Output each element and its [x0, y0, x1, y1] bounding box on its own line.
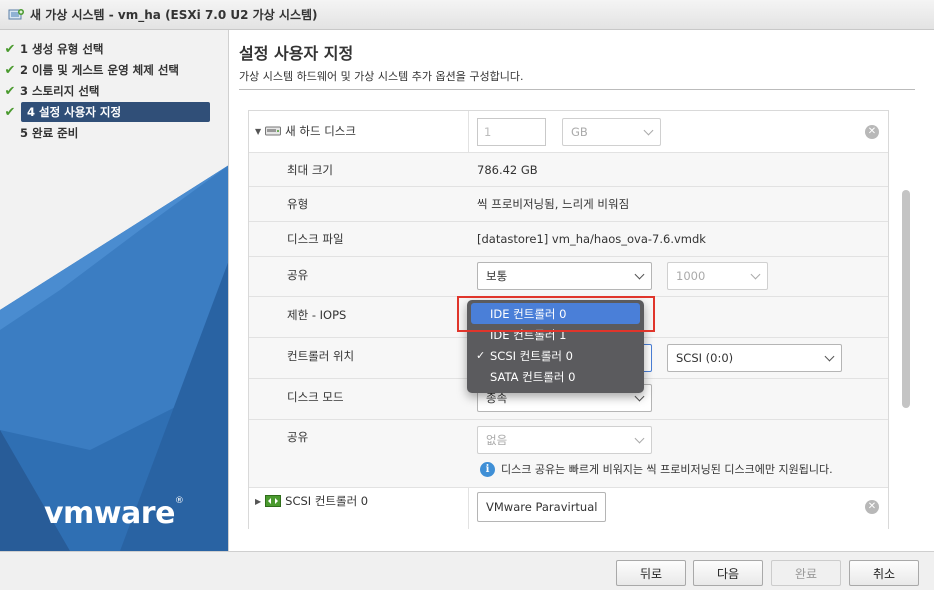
chevron-down-icon [634, 433, 645, 444]
type-label: 유형 [287, 197, 309, 211]
step-label: 2 이름 및 게스트 운영 체제 선택 [20, 63, 179, 77]
check-icon: ✔ [4, 62, 16, 78]
check-icon: ✔ [4, 41, 16, 57]
controller-label: 컨트롤러 위치 [287, 349, 355, 363]
chevron-down-icon [634, 391, 645, 402]
vmware-logo: vmware® [44, 496, 184, 531]
highlight-callout-box [457, 296, 655, 332]
shares-row: 공유 보통 1000 [249, 257, 888, 297]
chevron-down-icon [643, 125, 654, 136]
menu-item-scsi-0[interactable]: ✓ SCSI 컨트롤러 0 [471, 345, 640, 366]
step-label: 1 생성 유형 선택 [20, 42, 104, 56]
menu-item-sata-0[interactable]: SATA 컨트롤러 0 [471, 366, 640, 387]
chevron-down-icon [750, 269, 761, 280]
page-description: 가상 시스템 하드웨어 및 가상 시스템 추가 옵션을 구성합니다. [239, 70, 524, 83]
hard-disk-icon [265, 126, 282, 136]
expand-right-icon: ▶ [255, 496, 262, 506]
step-1[interactable]: ✔ 1 생성 유형 선택 [0, 39, 104, 59]
window-titlebar: 새 가상 시스템 - vm_ha (ESXi 7.0 U2 가상 시스템) [0, 0, 934, 30]
grid-top-border [248, 110, 889, 111]
step-label: 5 완료 준비 [20, 126, 79, 140]
type-value: 씩 프로비저닝됨, 느리게 비워짐 [477, 197, 630, 211]
step-label: 4 설정 사용자 지정 [27, 105, 122, 119]
divider [239, 89, 915, 90]
next-button[interactable]: 다음 [693, 560, 763, 586]
type-row: 유형 씩 프로비저닝됨, 느리게 비워짐 [249, 187, 888, 222]
shares-label: 공유 [287, 268, 309, 282]
checkmark-icon: ✓ [476, 349, 486, 362]
wizard-sidebar: ✔ 1 생성 유형 선택 ✔ 2 이름 및 게스트 운영 체제 선택 ✔ 3 스… [0, 30, 229, 551]
sharing-row: 공유 없음 i 디스크 공유는 빠르게 비워지는 씩 프로비저닝된 디스크에만 … [249, 420, 888, 488]
vertical-scrollbar[interactable] [902, 190, 910, 408]
iops-label: 제한 - IOPS [287, 308, 347, 322]
cancel-button[interactable]: 취소 [849, 560, 919, 586]
step-5[interactable]: 5 완료 준비 [0, 123, 78, 143]
step-3[interactable]: ✔ 3 스토리지 선택 [0, 81, 100, 101]
scsi-controller-row: ▶ SCSI 컨트롤러 0 VMware Paravirtual ✕ [249, 488, 888, 529]
new-disk-label: 새 하드 디스크 [285, 124, 356, 138]
scsi-controller-icon [265, 495, 282, 507]
disk-file-label: 디스크 파일 [287, 232, 344, 246]
new-disk-row: ▼ 새 하드 디스크 1 GB ✕ [249, 111, 888, 153]
scsi-controller-toggle[interactable]: ▶ SCSI 컨트롤러 0 [255, 493, 368, 509]
sharing-select[interactable]: 없음 [477, 426, 652, 454]
page-title: 설정 사용자 지정 [239, 44, 354, 63]
step-4-active[interactable]: 4 설정 사용자 지정 [21, 102, 210, 122]
chevron-down-icon [824, 351, 835, 362]
chevron-down-icon [634, 269, 645, 280]
new-disk-toggle[interactable]: ▼ 새 하드 디스크 [255, 123, 356, 139]
sharing-info: i 디스크 공유는 빠르게 비워지는 씩 프로비저닝된 디스크에만 지원됩니다. [480, 461, 833, 477]
shares-number-select[interactable]: 1000 [667, 262, 768, 290]
remove-disk-icon[interactable]: ✕ [865, 125, 879, 139]
info-icon: i [480, 461, 495, 477]
check-icon: ✔ [4, 104, 16, 120]
disk-unit-select[interactable]: GB [562, 118, 661, 146]
main-panel: 설정 사용자 지정 가상 시스템 하드웨어 및 가상 시스템 추가 옵션을 구성… [230, 30, 934, 551]
controller-port-select[interactable]: SCSI (0:0) [667, 344, 842, 372]
vm-icon [8, 8, 24, 22]
disk-mode-label: 디스크 모드 [287, 390, 344, 404]
expand-down-icon: ▼ [255, 126, 262, 136]
step-2[interactable]: ✔ 2 이름 및 게스트 운영 체제 선택 [0, 60, 179, 80]
shares-select[interactable]: 보통 [477, 262, 652, 290]
max-size-label: 최대 크기 [287, 162, 333, 177]
window-title: 새 가상 시스템 - vm_ha (ESXi 7.0 U2 가상 시스템) [30, 8, 318, 22]
sharing-label: 공유 [287, 430, 309, 444]
max-size-value: 786.42 GB [477, 162, 538, 177]
check-icon: ✔ [4, 83, 16, 99]
scsi-type-select[interactable]: VMware Paravirtual [477, 492, 607, 522]
scsi-controller-label: SCSI 컨트롤러 0 [285, 494, 369, 508]
step-label: 3 스토리지 선택 [20, 84, 100, 98]
back-button[interactable]: 뒤로 [616, 560, 686, 586]
disk-size-input[interactable]: 1 [477, 118, 546, 146]
wizard-footer: 뒤로 다음 완료 취소 [0, 551, 934, 590]
disk-file-row: 디스크 파일 [datastore1] vm_ha/haos_ova-7.6.v… [249, 222, 888, 257]
remove-scsi-icon[interactable]: ✕ [865, 500, 879, 514]
disk-file-value: [datastore1] vm_ha/haos_ova-7.6.vmdk [477, 232, 706, 246]
max-size-row: 최대 크기 786.42 GB [249, 153, 888, 187]
finish-button[interactable]: 완료 [771, 560, 841, 586]
